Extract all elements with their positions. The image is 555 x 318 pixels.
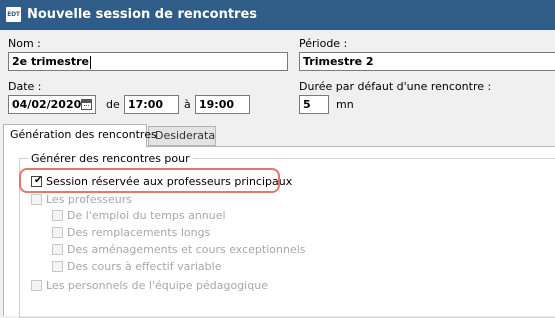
nom-value: 2e trimestre <box>12 55 90 68</box>
duree-input[interactable]: 5 <box>299 95 329 114</box>
window-titlebar: EDT Nouvelle session de rencontres <box>0 0 555 30</box>
time-to-value: 19:00 <box>199 98 235 111</box>
time-from-value: 17:00 <box>128 98 164 111</box>
option-remplacements-longs-label: Des remplacements longs <box>67 226 211 239</box>
text-caret <box>90 55 92 69</box>
window-title: Nouvelle session de rencontres <box>27 7 258 22</box>
checkbox-les-professeurs[interactable] <box>31 194 42 205</box>
option-effectif-variable-label: Des cours à effectif variable <box>67 260 222 273</box>
highlight-annotation <box>19 168 280 193</box>
duree-value: 5 <box>303 98 311 111</box>
checkbox-effectif-variable[interactable] <box>52 261 63 272</box>
checkbox-amenagements[interactable] <box>52 244 63 255</box>
edt-app-icon: EDT <box>6 7 21 22</box>
de-label: de <box>106 98 120 111</box>
option-equipe-pedagogique-label: Les personnels de l'équipe pédagogique <box>46 279 268 292</box>
time-to-input[interactable]: 19:00 <box>195 95 250 114</box>
duree-label: Durée par défaut d'une rencontre : <box>299 80 492 93</box>
tab-generation[interactable]: Génération des rencontres <box>3 124 157 147</box>
calendar-icon[interactable] <box>81 99 92 110</box>
time-from-input[interactable]: 17:00 <box>124 95 179 114</box>
duree-unit-label: mn <box>336 98 354 111</box>
checkbox-remplacements-longs[interactable] <box>52 227 63 238</box>
periode-label: Période : <box>299 37 348 50</box>
checkbox-emploi-du-temps[interactable] <box>52 210 63 221</box>
option-les-professeurs-label: Les professeurs <box>46 193 133 206</box>
periode-input[interactable]: Trimestre 2 <box>299 52 555 71</box>
tab-desiderata[interactable]: Desiderata <box>148 126 216 146</box>
nom-input[interactable]: 2e trimestre <box>8 52 288 71</box>
option-emploi-du-temps-label: De l'emploi du temps annuel <box>67 209 226 222</box>
checkbox-equipe-pedagogique[interactable] <box>31 280 42 291</box>
date-label: Date : <box>8 80 42 93</box>
periode-value: Trimestre 2 <box>303 55 374 68</box>
option-amenagements-label: Des aménagements et cours exceptionnels <box>67 243 306 256</box>
a-label: à <box>184 98 191 111</box>
date-value: 04/02/2020 <box>12 98 82 111</box>
nom-label: Nom : <box>8 37 41 50</box>
group-legend: Générer des rencontres pour <box>28 152 193 165</box>
